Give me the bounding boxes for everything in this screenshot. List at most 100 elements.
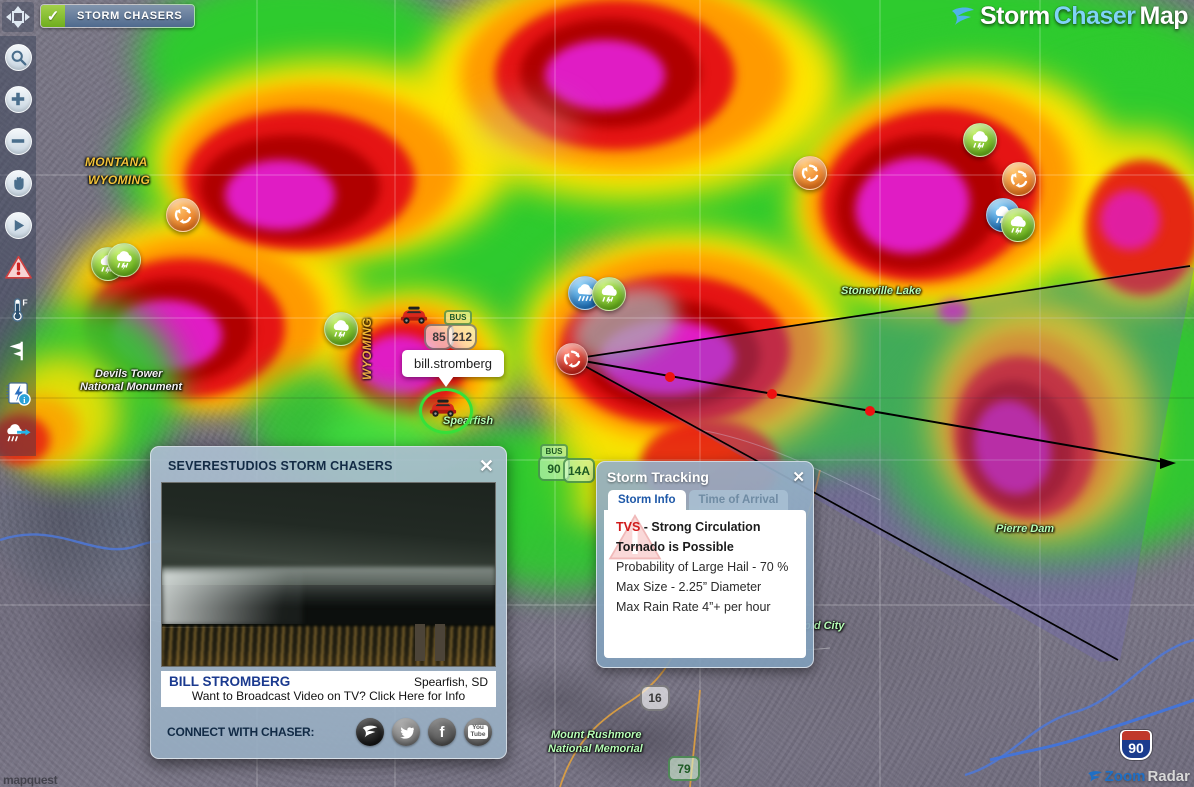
- highway-shield-bus[interactable]: BUS: [540, 444, 568, 459]
- stormchasermap-social-icon[interactable]: [356, 718, 384, 746]
- highway-shield-14a[interactable]: 14A: [563, 458, 595, 483]
- social-links: f You Tube: [356, 718, 492, 746]
- thunderstorm-cloud-icon: [601, 285, 617, 305]
- toolbar-zoom-out-button[interactable]: [0, 120, 36, 162]
- highway-shield-label: 16: [648, 691, 662, 705]
- zoomradar-text-zoom: Zoom: [1104, 768, 1146, 785]
- chaser-vehicle-marker[interactable]: [399, 304, 429, 326]
- toolbar-search-button[interactable]: [0, 36, 36, 78]
- chaser-location: Spearfish, SD: [413, 675, 488, 689]
- storm-marker-thunderstorm[interactable]: [1001, 208, 1035, 242]
- connect-with-chaser-row: CONNECT WITH CHASER: f You Tube: [161, 718, 496, 746]
- toolbar-warning-button[interactable]: [0, 246, 36, 288]
- play-icon: [4, 211, 32, 239]
- storm-marker-thunderstorm[interactable]: [324, 312, 358, 346]
- facebook-social-icon[interactable]: f: [428, 718, 456, 746]
- pan-hand-icon: [4, 169, 32, 197]
- highway-shield-label: 85: [432, 330, 446, 344]
- storm-marker-rotation[interactable]: [793, 156, 827, 190]
- logo-text-chaser: Chaser: [1053, 2, 1136, 30]
- thunderstorm-cloud-icon: [333, 320, 349, 340]
- chaser-popup-close-icon[interactable]: ✕: [479, 457, 494, 475]
- connect-with-chaser-label: CONNECT WITH CHASER:: [167, 725, 315, 739]
- thunderstorm-cloud-icon: [116, 251, 132, 271]
- logo-text-map: Map: [1139, 2, 1189, 30]
- storm-marker-rotation[interactable]: [1002, 162, 1036, 196]
- storm-info-line: Max Rain Rate 4”+ per hour: [616, 600, 771, 614]
- storm-info-content: TVS - Strong Circulation Tornado is Possi…: [604, 510, 806, 658]
- storm-tracking-panel: Storm Tracking ✕ Storm Info Time of Arriv…: [596, 461, 814, 668]
- toolbar-play-button[interactable]: [0, 204, 36, 246]
- chaser-name: BILL STROMBERG: [169, 674, 291, 689]
- temperature-icon: F: [5, 296, 32, 323]
- tornado-vortex-signature-marker[interactable]: [556, 343, 588, 375]
- storm-panel-close-icon[interactable]: ✕: [792, 468, 805, 486]
- highway-shield-16[interactable]: 16: [640, 685, 670, 711]
- storm-panel-tab-storm-info[interactable]: Storm Info: [608, 490, 686, 510]
- highway-shield-label: 90: [1128, 740, 1144, 756]
- storm-panel-header: Storm Tracking ✕: [604, 467, 806, 490]
- highway-shield-bus[interactable]: BUS: [444, 310, 472, 325]
- youtube-glyph: You Tube: [468, 724, 488, 739]
- storm-info-line: TVS - Strong Circulation: [616, 520, 796, 534]
- storm-chasers-toggle-label: STORM CHASERS: [65, 5, 195, 27]
- storm-chasers-toggle[interactable]: ✓ STORM CHASERS: [40, 4, 196, 28]
- toolbar-pan-hand-button[interactable]: [0, 162, 36, 204]
- chaser-video-popup: SEVERESTUDIOS STORM CHASERS ✕ BILL STROM…: [150, 446, 507, 759]
- highway-shield-label: 14A: [567, 463, 590, 478]
- highway-shield-label: BUS: [545, 447, 563, 456]
- rotation-icon: [801, 164, 819, 182]
- thunderstorm-cloud-icon: [972, 131, 988, 151]
- highway-shield-90[interactable]: 90: [1120, 730, 1152, 760]
- toolbar-rain-forecast-button[interactable]: [0, 414, 36, 456]
- warning-icon: [4, 255, 32, 280]
- rain-forecast-icon: [4, 422, 32, 448]
- storm-chasers-checkbox[interactable]: ✓: [41, 5, 65, 27]
- highway-shield-212[interactable]: 212: [447, 324, 477, 350]
- twitter-social-icon[interactable]: [392, 718, 420, 746]
- storm-marker-thunderstorm[interactable]: [963, 123, 997, 157]
- logo-text-storm: Storm: [980, 2, 1050, 30]
- tvs-rotation-icon: [563, 350, 581, 368]
- video-fence-post: [435, 623, 446, 661]
- rotation-icon: [174, 206, 192, 224]
- interstate-shield-top: [1122, 731, 1150, 740]
- lightning-info-icon: i: [5, 380, 32, 407]
- video-bright-area: [162, 570, 302, 626]
- storm-info-line: Max Size - 2.25” Diameter: [616, 580, 762, 594]
- storm-marker-rotation[interactable]: [166, 198, 200, 232]
- storm-info-line: Tornado is Possible: [616, 540, 734, 554]
- storm-panel-tab-time-of-arrival[interactable]: Time of Arrival: [688, 490, 789, 510]
- storm-info-line: Probability of Large Hail - 70 %: [616, 560, 789, 574]
- toolbar-zoom-in-button[interactable]: [0, 78, 36, 120]
- highway-shield-79[interactable]: 79: [668, 756, 700, 781]
- chaser-tooltip-text: bill.stromberg: [414, 356, 493, 371]
- storm-chaser-map-app: MONTANA WYOMING Devils Tower National Monum…: [0, 0, 1194, 787]
- chaser-car-icon: [429, 399, 457, 417]
- chaser-video-player[interactable]: [161, 482, 496, 667]
- toolbar-wind-flag-button[interactable]: [0, 330, 36, 372]
- storm-swirl-icon: [952, 7, 974, 25]
- youtube-social-icon[interactable]: You Tube: [464, 718, 492, 746]
- zoom-out-icon: [4, 127, 32, 155]
- storm-panel-title: Storm Tracking: [607, 469, 709, 485]
- highway-shield-label: 90: [547, 461, 561, 476]
- toolbar-temperature-button[interactable]: F: [0, 288, 36, 330]
- chaser-popup-header: SEVERESTUDIOS STORM CHASERS ✕: [161, 455, 496, 482]
- zoomradar-watermark[interactable]: Zoom Radar: [1087, 768, 1190, 785]
- video-fence-post: [415, 623, 426, 661]
- map-pan-control[interactable]: [2, 2, 34, 32]
- broadcast-info-link[interactable]: Want to Broadcast Video on TV? Click Her…: [169, 689, 488, 703]
- map-toolbar: Fi: [0, 36, 36, 456]
- toolbar-lightning-info-button[interactable]: i: [0, 372, 36, 414]
- app-logo[interactable]: Storm Chaser Map: [950, 2, 1188, 31]
- svg-text:F: F: [22, 297, 27, 307]
- storm-marker-thunderstorm[interactable]: [592, 277, 626, 311]
- highway-shield-label: 212: [451, 330, 473, 344]
- chaser-info-strip: BILL STROMBERG Spearfish, SD Want to Bro…: [161, 671, 496, 707]
- video-grass: [162, 625, 495, 666]
- storm-info-line-text: - Strong Circulation: [640, 520, 761, 534]
- storm-marker-thunderstorm[interactable]: [107, 243, 141, 277]
- storm-swirl-icon: [362, 725, 378, 738]
- chaser-vehicle-marker-selected[interactable]: [419, 388, 473, 434]
